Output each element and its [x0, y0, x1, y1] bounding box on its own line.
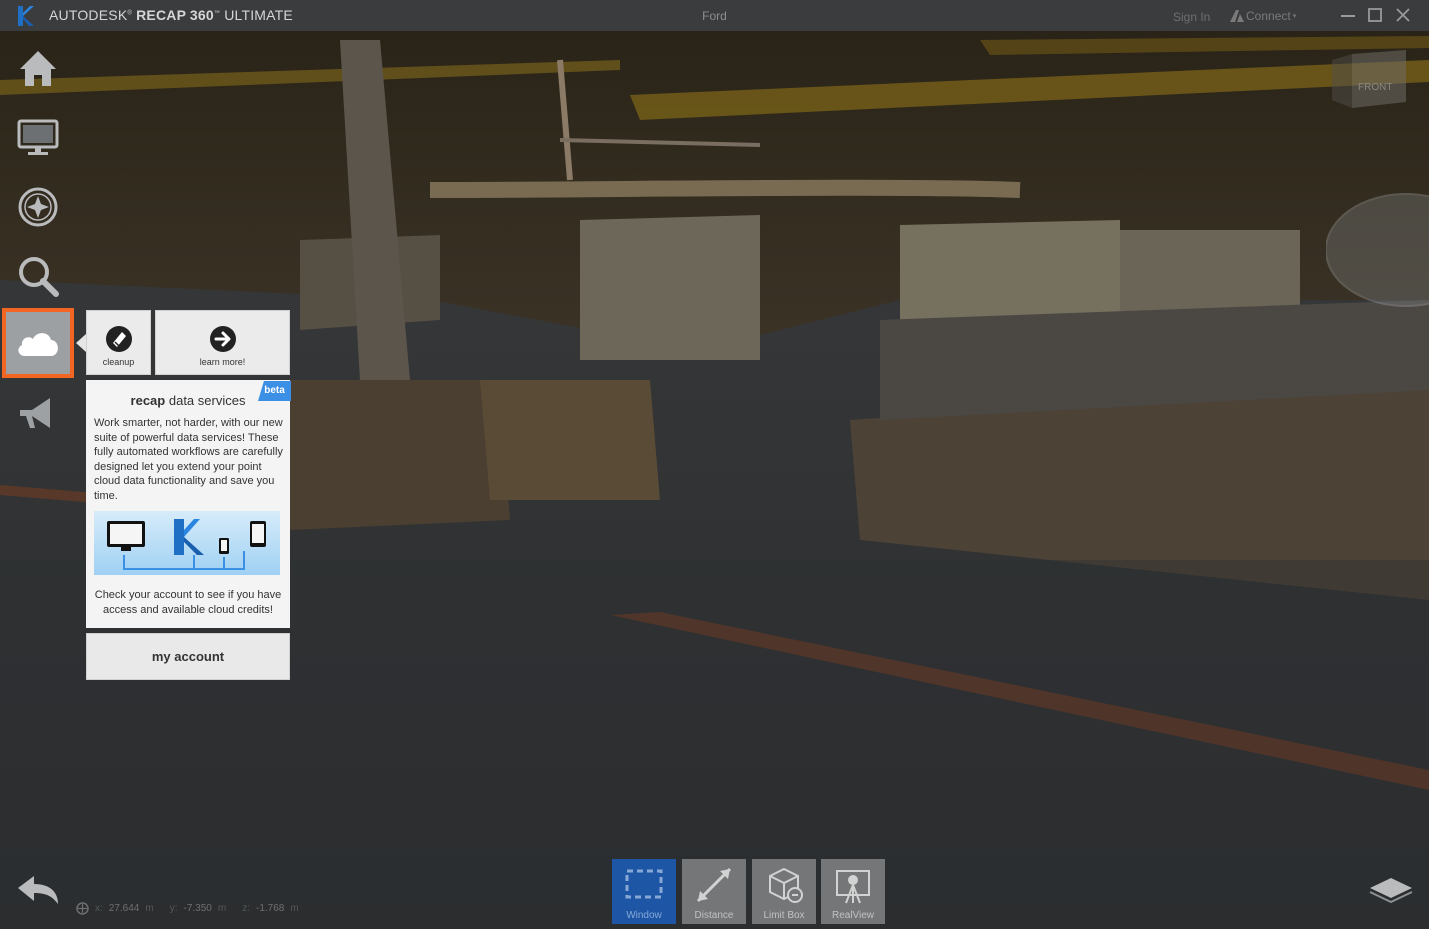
my-account-button[interactable]: my account [86, 633, 290, 680]
navigation-wheel[interactable] [1326, 190, 1429, 310]
x-value: 27.644 [108, 903, 140, 914]
title-bar: AUTODESK® RECAP 360™ ULTIMATE Ford Sign … [0, 0, 1429, 31]
y-unit: m [217, 903, 227, 914]
cloud-icon [18, 333, 58, 356]
window-select-tool[interactable]: Window [612, 859, 676, 924]
coordinate-readout: x: 27.644 m y: -7.350 m z: -1.768 m [76, 902, 309, 915]
sign-in-link[interactable]: Sign In [1173, 10, 1210, 24]
viewcube[interactable]: FRONT [1328, 46, 1412, 118]
y-label: y: [169, 903, 178, 914]
home-icon[interactable] [14, 45, 62, 93]
y-value: -7.350 [183, 903, 212, 914]
back-icon[interactable] [14, 872, 62, 908]
z-label: z: [242, 903, 250, 914]
z-value: -1.768 [255, 903, 285, 914]
document-title: Ford [702, 9, 727, 23]
announcement-icon[interactable] [14, 390, 62, 438]
connect-menu[interactable]: Connect ▾ [1230, 9, 1296, 23]
minimize-icon[interactable] [1339, 6, 1357, 24]
realview-icon [836, 870, 870, 904]
viewcube-face-label: FRONT [1358, 82, 1392, 93]
x-label: x: [95, 903, 103, 914]
realview-tool[interactable]: RealView [821, 859, 885, 924]
monitor-icon[interactable] [14, 113, 62, 161]
learn-more-tile[interactable]: learn more! [155, 310, 290, 375]
limit-box-tool-label: Limit Box [763, 910, 805, 921]
window-select-icon [625, 869, 663, 899]
limit-box-tool[interactable]: Limit Box [752, 859, 816, 924]
arrow-right-icon [209, 326, 236, 352]
layers-icon[interactable] [1368, 872, 1414, 908]
z-unit: m [290, 903, 299, 914]
distance-tool-label: Distance [694, 910, 734, 921]
realview-tool-label: RealView [831, 910, 875, 921]
panel-footer-text: Check your account to see if you have ac… [94, 589, 282, 616]
flyout-pointer [76, 334, 86, 352]
distance-icon [696, 867, 732, 903]
distance-tool[interactable]: Distance [682, 859, 746, 924]
cleanup-icon [105, 326, 132, 352]
cleanup-label: cleanup [102, 357, 135, 367]
maximize-icon[interactable] [1366, 6, 1384, 24]
autodesk-a-icon [1230, 10, 1244, 22]
cloud-services-button[interactable] [2, 308, 74, 378]
chevron-down-icon: ▾ [1292, 13, 1297, 20]
connect-label: Connect [1246, 9, 1291, 23]
window-tool-label: Window [626, 910, 662, 921]
learn-more-label: learn more! [199, 357, 246, 367]
devices-illustration [94, 511, 280, 575]
x-unit: m [145, 903, 154, 914]
search-icon[interactable] [14, 252, 62, 300]
close-icon[interactable] [1394, 6, 1412, 24]
compass-icon[interactable] [14, 183, 62, 231]
cleanup-tile[interactable]: cleanup [86, 310, 151, 375]
crosshair-icon [76, 902, 89, 915]
panel-description: Work smarter, not harder, with our new s… [94, 417, 283, 502]
panel-title: recap data services [130, 393, 246, 408]
limit-box-icon [769, 867, 803, 903]
